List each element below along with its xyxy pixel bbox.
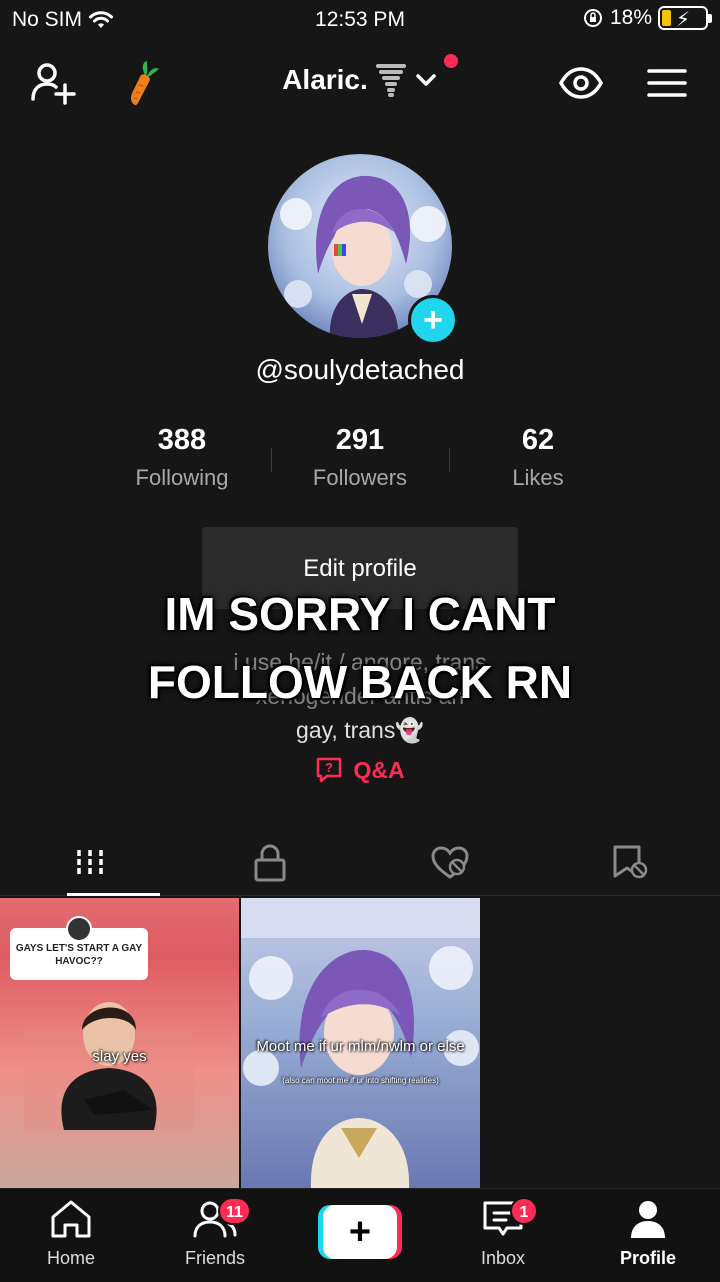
battery-icon: ⚡ xyxy=(658,6,712,31)
bottom-nav: Home Friends 11 + Inbox 1 Profile xyxy=(0,1188,720,1282)
menu-button[interactable] xyxy=(642,58,692,108)
top-nav: Alaric. xyxy=(0,48,720,118)
eye-icon xyxy=(559,67,603,99)
video-thumbnail[interactable]: Moot me if ur mlm/nwlm or else (also can… xyxy=(241,898,480,1188)
heart-hidden-icon xyxy=(431,845,469,879)
caption-line: FOLLOW BACK RN xyxy=(147,656,573,708)
nav-label: Friends xyxy=(184,1248,246,1268)
nav-label: Profile xyxy=(619,1248,676,1268)
chevron-down-icon xyxy=(416,74,436,86)
video-grid: GAYS LET'S START A GAY HAVOC?? slay yes … xyxy=(0,898,720,1188)
svg-text:?: ? xyxy=(325,760,333,775)
nav-inbox[interactable]: Inbox 1 xyxy=(448,1197,558,1269)
battery-percent: 18% xyxy=(609,6,652,29)
orientation-lock-icon xyxy=(583,9,602,27)
stat-label: Following xyxy=(135,465,229,490)
grid-bars-icon xyxy=(77,849,103,876)
home-icon xyxy=(51,1200,91,1238)
stat-label: Followers xyxy=(312,465,408,490)
tab-videos[interactable] xyxy=(0,830,180,896)
nav-label: Inbox xyxy=(480,1248,526,1268)
friends-badge: 11 xyxy=(218,1197,251,1225)
profile-icon xyxy=(631,1201,665,1238)
tab-private[interactable] xyxy=(180,830,360,895)
add-avatar-button[interactable]: + xyxy=(408,295,458,345)
stat-value: 62 xyxy=(521,424,555,456)
avatar xyxy=(66,916,92,942)
nav-home[interactable]: Home xyxy=(16,1199,126,1269)
nav-friends[interactable]: Friends 11 xyxy=(160,1197,270,1269)
question-bubble-icon: ? xyxy=(317,757,342,783)
hamburger-menu-icon xyxy=(647,69,687,97)
video-thumbnail[interactable]: GAYS LET'S START A GAY HAVOC?? slay yes xyxy=(0,898,239,1188)
profile-stats: 388 Following 291 Followers 62 Likes xyxy=(0,424,720,491)
create-button[interactable]: + xyxy=(318,1205,402,1259)
stat-value: 388 xyxy=(157,424,207,456)
video-overlay-caption: IM SORRY I CANT FOLLOW BACK RN xyxy=(0,580,720,716)
qa-link[interactable]: ? Q&A xyxy=(0,756,720,784)
lock-icon xyxy=(254,844,286,881)
profile-handle: @soulydetached xyxy=(255,354,465,385)
caption-line: IM SORRY I CANT xyxy=(164,588,556,640)
video-caption: slay yes xyxy=(92,1048,147,1065)
page-title: Alaric. xyxy=(282,64,368,95)
tab-saved-hidden[interactable] xyxy=(540,830,720,895)
nav-profile[interactable]: Profile xyxy=(593,1199,703,1269)
stat-followers[interactable]: 291 Followers xyxy=(272,424,449,491)
inbox-badge: 1 xyxy=(510,1197,538,1225)
status-right: 18% ⚡ xyxy=(582,6,712,31)
bookmark-hidden-icon xyxy=(613,845,648,878)
plus-icon: + xyxy=(323,1205,397,1259)
status-bar: No SIM 12:53 PM 18% ⚡ xyxy=(0,0,720,40)
qa-label: Q&A xyxy=(353,756,405,783)
bio-line: gay, trans👻 xyxy=(296,717,424,743)
profile-tabs xyxy=(0,830,720,896)
plus-icon: + xyxy=(423,301,443,339)
stat-following[interactable]: 388 Following xyxy=(94,424,271,491)
stat-label: Likes xyxy=(512,465,564,490)
notification-dot xyxy=(444,54,458,68)
account-switcher[interactable]: Alaric. xyxy=(0,62,720,98)
nav-label: Home xyxy=(46,1248,95,1268)
video-subcaption: (also can moot me if ur into shifting re… xyxy=(282,1076,439,1085)
tornado-icon xyxy=(375,64,406,97)
profile-views-button[interactable] xyxy=(556,58,606,108)
tab-liked-hidden[interactable] xyxy=(360,830,540,895)
video-caption: Moot me if ur mlm/nwlm or else xyxy=(256,1038,465,1055)
stat-value: 291 xyxy=(335,424,385,456)
stat-likes[interactable]: 62 Likes xyxy=(450,424,627,491)
